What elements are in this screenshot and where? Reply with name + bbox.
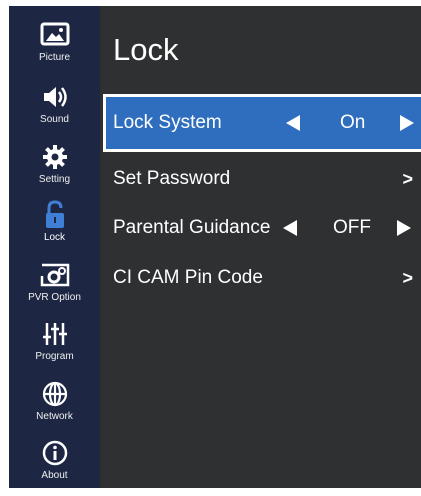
menu-item-label: Set Password: [113, 168, 231, 189]
sidebar-item-label: Lock: [43, 232, 66, 243]
picture-icon: [40, 20, 70, 50]
chevron-right-icon: >: [402, 168, 413, 189]
arrow-right-icon[interactable]: [400, 115, 414, 131]
arrow-left-icon[interactable]: [286, 115, 300, 131]
page-title: Lock: [113, 32, 179, 67]
arrow-left-icon[interactable]: [283, 220, 297, 236]
sidebar-item-label: Program: [35, 351, 74, 362]
lock-open-icon: [43, 200, 67, 230]
sidebar-item-pvr-option[interactable]: PVR Option: [9, 260, 100, 318]
option-value: OFF: [333, 217, 371, 238]
gear-icon: [42, 142, 68, 172]
sidebar-item-label: Setting: [38, 174, 71, 185]
sidebar-item-program[interactable]: Program: [9, 319, 100, 377]
menu-item-label: CI CAM Pin Code: [113, 267, 263, 288]
menu-item-lock-system[interactable]: Lock System On: [103, 94, 421, 152]
menu-item-label: Lock System: [113, 112, 222, 133]
sidebar-item-setting[interactable]: Setting: [9, 142, 100, 200]
arrow-right-icon[interactable]: [397, 220, 411, 236]
sidebar-item-lock[interactable]: Lock: [9, 200, 100, 258]
pvr-gear-icon: [39, 260, 71, 290]
sidebar-item-network[interactable]: Network: [9, 379, 100, 437]
tv-menu-window: Picture Sound Setting Lock PVR Option Pr…: [9, 6, 421, 488]
sidebar-item-sound[interactable]: Sound: [9, 82, 100, 140]
menu-item-label: Parental Guidance: [113, 217, 271, 238]
sidebar-item-picture[interactable]: Picture: [9, 20, 100, 78]
sidebar-item-label: Sound: [40, 114, 69, 125]
sidebar-item-label: PVR Option: [28, 292, 81, 303]
sidebar-item-label: Picture: [38, 52, 71, 63]
sliders-icon: [42, 319, 68, 349]
menu-item-ci-cam-pin-code[interactable]: CI CAM Pin Code >: [103, 249, 421, 307]
globe-icon: [42, 379, 68, 409]
option-value: On: [340, 112, 366, 133]
info-icon: [42, 438, 68, 468]
chevron-right-icon: >: [402, 267, 413, 288]
sidebar-item-about[interactable]: About: [9, 438, 100, 496]
speaker-icon: [40, 82, 70, 112]
sidebar: Picture Sound Setting Lock PVR Option Pr…: [9, 6, 100, 488]
sidebar-item-label: About: [41, 470, 68, 481]
sidebar-item-label: Network: [36, 411, 73, 422]
